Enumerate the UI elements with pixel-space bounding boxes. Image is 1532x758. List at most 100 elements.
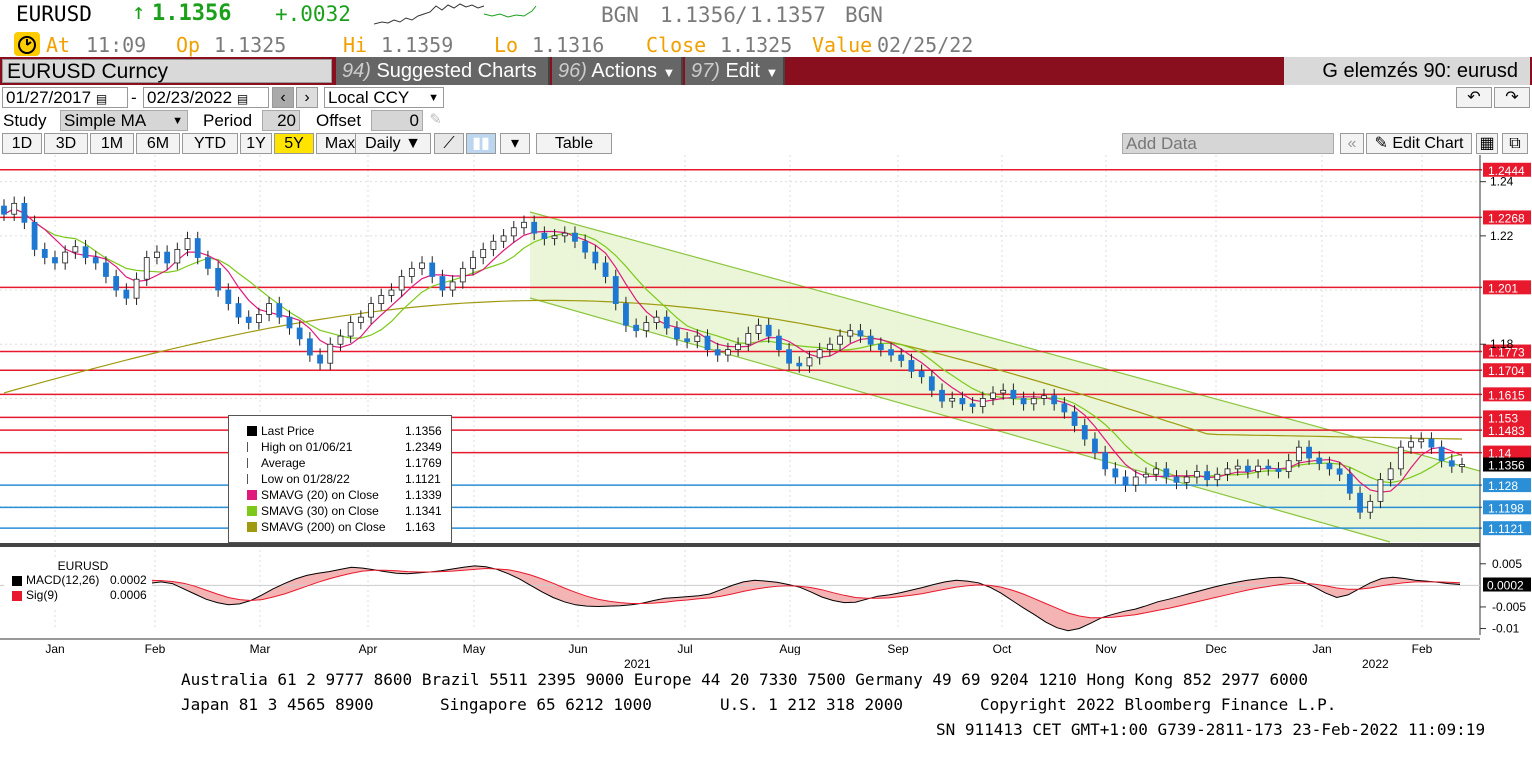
scroll-left-button[interactable]: ‹ [272, 87, 294, 108]
candle-body [847, 330, 854, 337]
at-value: 11:09 [86, 33, 147, 57]
table-button[interactable]: Table [536, 133, 612, 154]
last-price: 1.1356 [152, 1, 232, 26]
chart-type-dropdown[interactable]: ▾ [500, 133, 530, 154]
legend-swatch [247, 458, 252, 468]
candle-body [1275, 468, 1282, 472]
level-tag-label: 1.128 [1488, 479, 1518, 493]
range-button-5y[interactable]: 5Y [274, 133, 314, 154]
candle-body [755, 324, 762, 334]
candle-body [704, 335, 711, 351]
calendar-icon[interactable]: ▤ [237, 92, 248, 106]
candle-body [796, 362, 803, 367]
candle-body [1255, 465, 1261, 472]
actions-menu[interactable]: 96) Actions ▼ [552, 57, 683, 85]
candle-body [1204, 471, 1211, 481]
candle-body [82, 246, 89, 258]
candle-body [510, 227, 517, 237]
edit-menu[interactable]: 97) Edit ▼ [685, 57, 785, 85]
range-button-1m[interactable]: 1M [90, 133, 134, 154]
candle-body [1326, 463, 1333, 470]
candle-body [582, 240, 589, 253]
close-label: Close [646, 33, 707, 57]
macd-axis-tick-label: -0.01 [1492, 622, 1520, 636]
candle-body [1102, 452, 1109, 470]
candle-body [1408, 441, 1414, 448]
export-icon[interactable]: ⧉ [1502, 133, 1528, 154]
range-button-3d[interactable]: 3D [44, 133, 88, 154]
chart-settings-icon[interactable]: ▦ [1476, 133, 1498, 154]
end-date-value: 02/23/2022 [147, 88, 233, 107]
period-field[interactable]: 20 [262, 110, 300, 131]
legend-swatch [247, 522, 257, 532]
security-field[interactable]: EURUSD Curncy [2, 59, 332, 83]
level-tag-label: 1.1615 [1488, 388, 1525, 402]
level-tag-label: 1.2268 [1488, 211, 1525, 225]
end-date-field[interactable]: 02/23/2022 ▤ [143, 87, 269, 108]
candle-body [1071, 411, 1078, 426]
candle-body [1397, 446, 1404, 470]
month-label: Feb [1412, 642, 1433, 655]
candle-body [561, 232, 568, 237]
candle-body [1153, 468, 1160, 475]
month-label: Jun [568, 642, 587, 655]
candle-body [296, 327, 303, 340]
chevron-down-icon: ▼ [428, 92, 439, 104]
range-button-1d[interactable]: 1D [2, 133, 42, 154]
collapse-icon[interactable]: « [1340, 133, 1364, 154]
legend-row: Last Price 1.1356 [229, 423, 451, 439]
candle-body [877, 343, 884, 351]
study-label: Study [3, 111, 47, 130]
range-button-ytd[interactable]: YTD [182, 133, 238, 154]
open-value: 1.1325 [214, 33, 287, 57]
legend-label: Average [261, 456, 306, 470]
candle-body [541, 232, 548, 239]
undo-button[interactable]: ↶ [1456, 87, 1492, 108]
candle-body [857, 330, 864, 337]
price-chart[interactable]: 1.24441.22681.2011.17731.17041.16151.153… [0, 155, 1532, 655]
range-button-6m[interactable]: 6M [136, 133, 180, 154]
month-label: Sep [887, 642, 909, 655]
panel-divider [0, 543, 1480, 547]
candle-body [1418, 438, 1425, 443]
candle-body [918, 370, 925, 378]
month-label: Dec [1205, 642, 1226, 655]
candle-body [347, 322, 354, 337]
candle-body [806, 357, 813, 367]
legend-row: Average 1.1769 [229, 455, 451, 471]
study-select[interactable]: Simple MA ▼ [60, 110, 188, 131]
year-label-2022: 2022 [1362, 657, 1389, 671]
legend-label: SMAVG (30) on Close [261, 504, 379, 518]
scroll-right-button[interactable]: › [296, 87, 318, 108]
candle-body [103, 262, 109, 277]
price-axis-tick-label: 1.18 [1490, 337, 1514, 351]
candle-body [470, 257, 476, 269]
level-tag-label: 1.1704 [1488, 364, 1525, 378]
candle-body [837, 335, 843, 345]
ticker-label: EURUSD [16, 2, 92, 26]
bid-price: 1.1356 [660, 3, 736, 27]
month-label: Feb [145, 642, 166, 655]
candle-body [41, 249, 48, 258]
calendar-icon[interactable]: ▤ [96, 92, 107, 106]
offset-field[interactable]: 0 [371, 110, 423, 131]
suggested-charts-menu[interactable]: 94) Suggested Charts [336, 57, 550, 85]
quote-row: EURUSD ↑ 1.1356 +.0032 BGN 1.1356 / 1.13… [0, 0, 1000, 30]
line-chart-icon[interactable]: ⟋ [434, 133, 464, 154]
currency-select[interactable]: Local CCY ▼ [324, 87, 444, 108]
legend-value: 1.1356 [405, 424, 442, 438]
edit-chart-button[interactable]: ✎ Edit Chart [1366, 133, 1472, 154]
candle-chart-icon[interactable]: ▮▮ [466, 133, 496, 154]
actions-number: 96) [558, 60, 587, 82]
add-data-field[interactable]: Add Data [1122, 133, 1334, 154]
redo-button[interactable]: ↷ [1494, 87, 1530, 108]
range-button-1y[interactable]: 1Y [240, 133, 272, 154]
start-date-field[interactable]: 01/27/2017 ▤ [2, 87, 128, 108]
suggested-charts-number: 94) [342, 60, 371, 82]
frequency-select[interactable]: Daily ▼ [355, 133, 431, 154]
macd-histogram-fill [150, 565, 1460, 631]
pencil-icon[interactable]: ✎ [430, 108, 441, 129]
candle-body [663, 316, 670, 329]
level-tag-label: 1.201 [1488, 281, 1518, 295]
sparkline-dark [374, 3, 485, 25]
